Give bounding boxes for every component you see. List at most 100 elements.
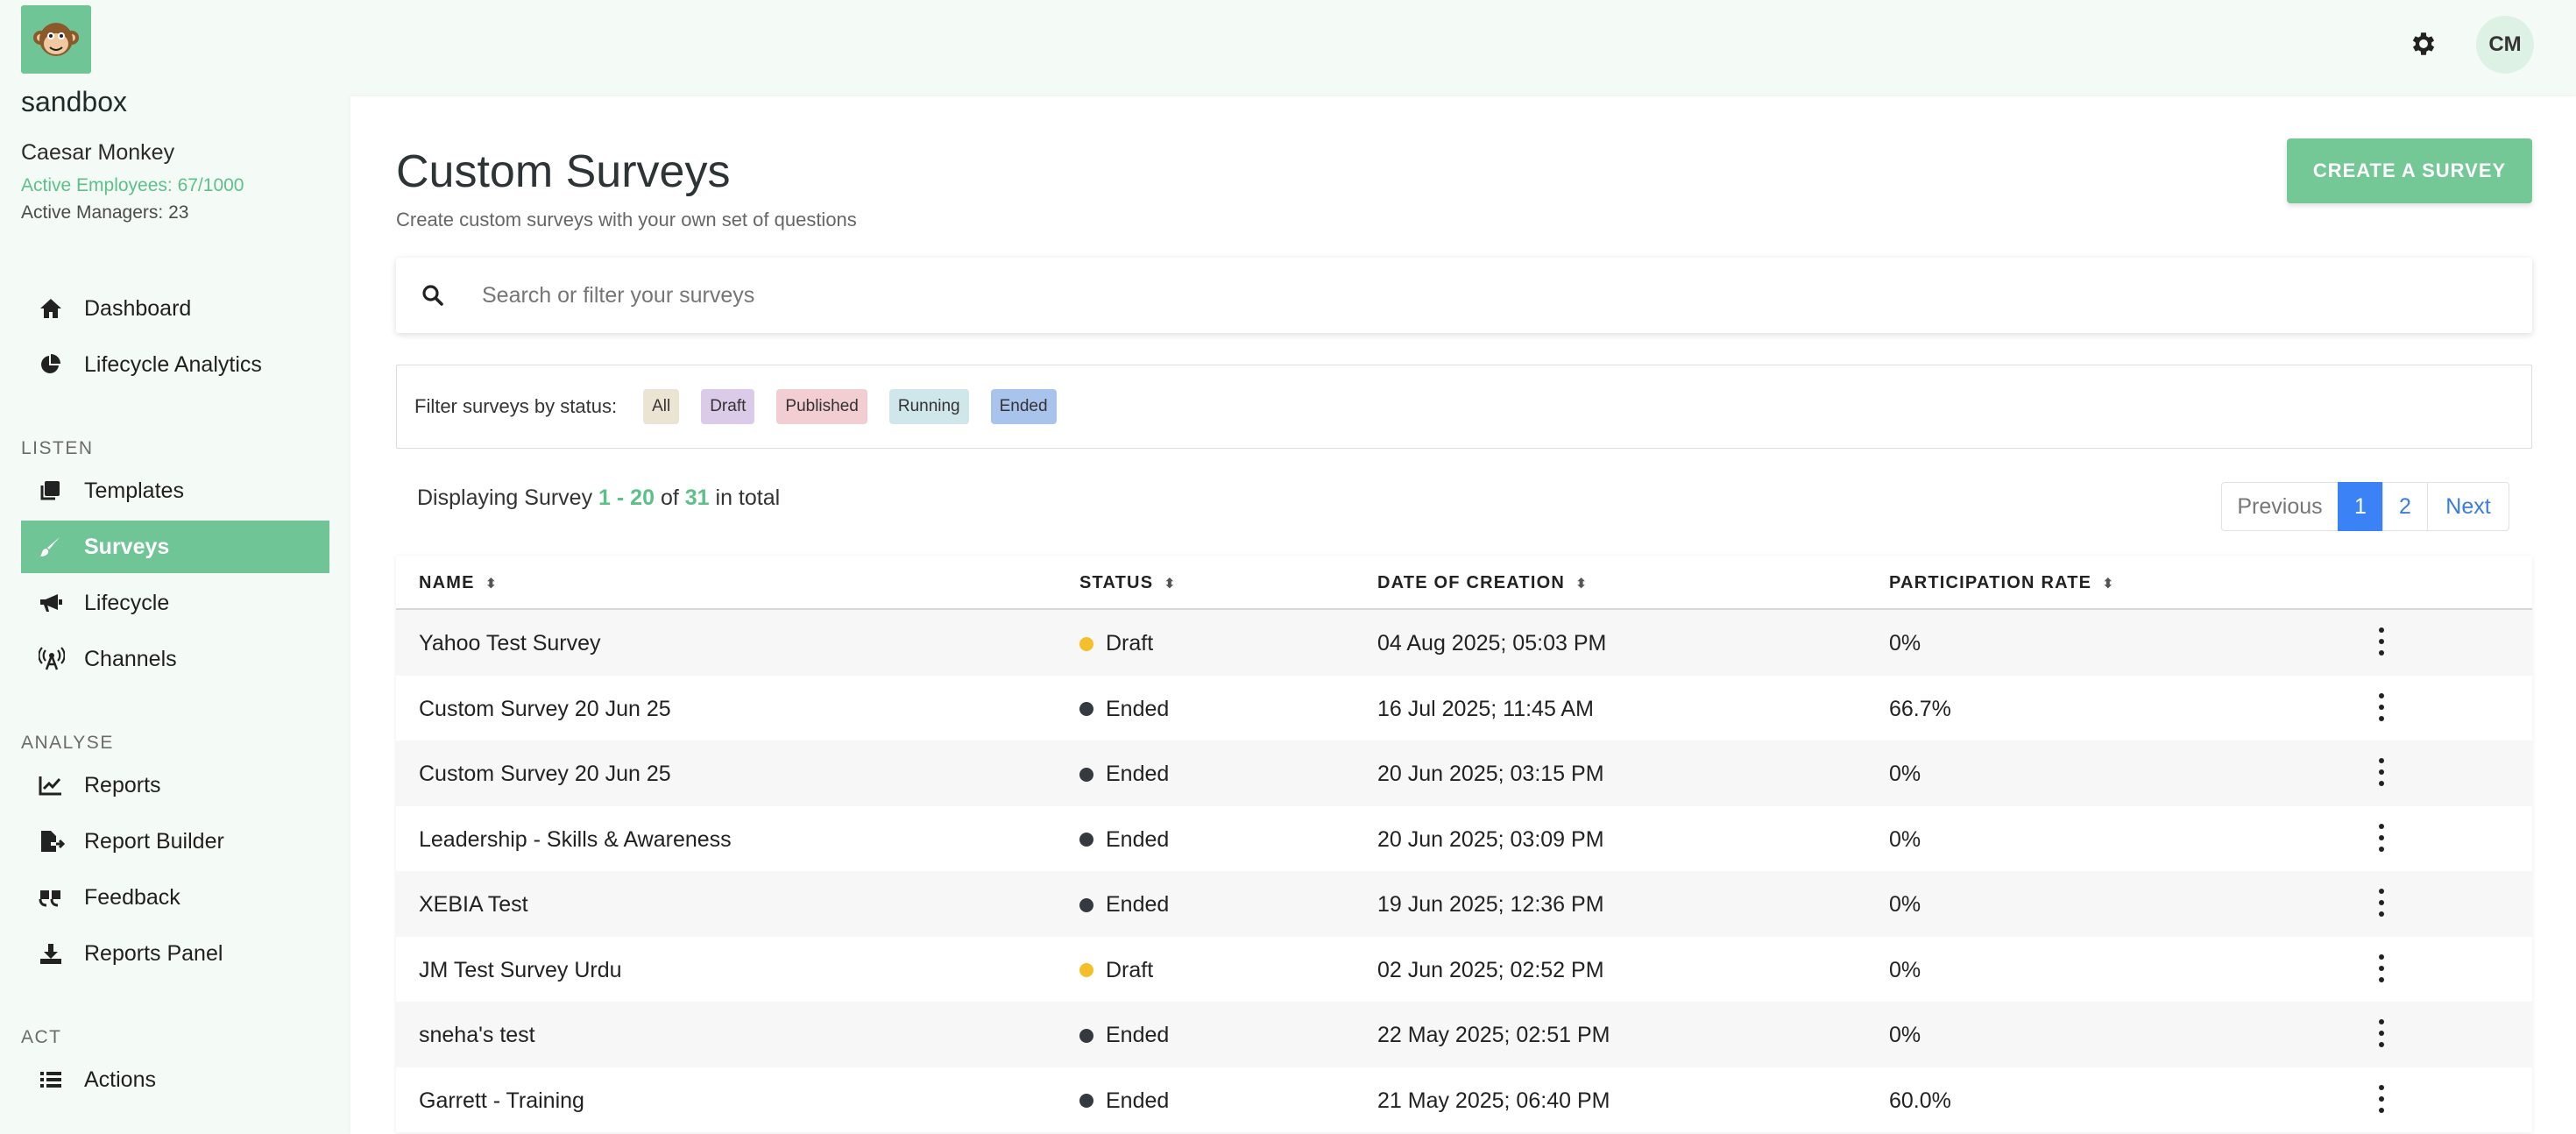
sidebar-item-feedback[interactable]: Feedback [21, 871, 329, 924]
monkey-logo[interactable] [21, 5, 91, 74]
pie-chart-icon [39, 351, 70, 378]
status-dot-icon [1079, 897, 1093, 912]
table-row[interactable]: XEBIA Test Ended 19 Jun 2025; 12:36 PM 0… [396, 871, 2532, 937]
survey-status: Ended [1079, 827, 1169, 853]
pagination-page-1[interactable]: 1 [2338, 482, 2383, 531]
survey-status: Draft [1079, 958, 1153, 983]
sidebar-item-label: Templates [84, 478, 184, 503]
survey-status: Ended [1079, 762, 1169, 787]
table-row[interactable]: JM Test Survey Urdu Draft 02 Jun 2025; 0… [396, 936, 2532, 1002]
sidebar-item-label: Reports [84, 772, 161, 797]
org-name: sandbox [21, 86, 127, 117]
sort-icon[interactable]: ⬍ [1575, 575, 1589, 592]
table-row[interactable]: Garrett - Training Ended 21 May 2025; 06… [396, 1067, 2532, 1132]
survey-name[interactable]: Custom Survey 20 Jun 25 [419, 697, 671, 722]
sort-icon[interactable]: ⬍ [1164, 575, 1177, 592]
survey-name[interactable]: XEBIA Test [419, 892, 528, 918]
surveys-table: NAME ⬍ STATUS ⬍ DATE OF CREATION ⬍ PARTICIP… [396, 556, 2532, 1132]
survey-rate: 0% [1889, 1023, 1921, 1047]
survey-rate: 60.0% [1889, 1088, 1951, 1113]
broadcast-tower-icon [39, 646, 70, 672]
pagination-next[interactable]: Next [2427, 482, 2509, 531]
more-options-icon[interactable] [2374, 889, 2388, 917]
survey-rate: 0% [1889, 762, 1921, 786]
pagination: Previous 1 2 Next [2221, 482, 2509, 531]
list-icon [39, 1067, 70, 1093]
sidebar: sandbox Caesar Monkey Active Employees: … [0, 0, 350, 1134]
sidebar-item-label: Report Builder [84, 828, 224, 854]
sidebar-item-reports[interactable]: Reports [21, 759, 329, 812]
more-options-icon[interactable] [2374, 627, 2388, 656]
survey-status: Draft [1079, 631, 1153, 656]
table-row[interactable]: Custom Survey 20 Jun 25 Ended 16 Jul 202… [396, 675, 2532, 741]
pagination-previous[interactable]: Previous [2221, 482, 2339, 531]
survey-date: 04 Aug 2025; 05:03 PM [1377, 631, 1607, 656]
status-dot-icon [1079, 1094, 1093, 1108]
pagination-page-2[interactable]: 2 [2382, 482, 2428, 531]
section-label-listen: LISTEN [21, 438, 94, 458]
filter-chip-published[interactable]: Published [776, 389, 867, 424]
survey-name[interactable]: Leadership - Skills & Awareness [419, 827, 732, 853]
survey-name[interactable]: Custom Survey 20 Jun 25 [419, 762, 671, 787]
column-header-status[interactable]: STATUS ⬍ [1079, 573, 1177, 593]
filter-chip-running[interactable]: Running [888, 389, 969, 424]
create-survey-button[interactable]: CREATE A SURVEY [2287, 138, 2532, 203]
table-body: Yahoo Test Survey Draft 04 Aug 2025; 05:… [396, 610, 2532, 1132]
avatar[interactable]: CM [2476, 16, 2534, 74]
sidebar-item-lifecycle-analytics[interactable]: Lifecycle Analytics [21, 338, 329, 391]
gear-icon[interactable] [2406, 26, 2441, 61]
more-options-icon[interactable] [2374, 823, 2388, 852]
status-dot-icon [1079, 963, 1093, 977]
file-export-icon [39, 828, 70, 854]
more-options-icon[interactable] [2374, 692, 2388, 721]
summary-suffix: in total [715, 485, 781, 510]
home-icon [39, 295, 70, 322]
active-managers: Active Managers: 23 [21, 202, 189, 223]
status-dot-icon [1079, 702, 1093, 716]
sidebar-item-surveys[interactable]: Surveys [21, 521, 329, 573]
status-dot-icon [1079, 767, 1093, 782]
survey-rate: 0% [1889, 957, 1921, 982]
more-options-icon[interactable] [2374, 1084, 2388, 1113]
filter-chip-all[interactable]: All [643, 389, 680, 424]
column-header-participation[interactable]: PARTICIPATION RATE ⬍ [1889, 573, 2115, 593]
sidebar-item-channels[interactable]: Channels [21, 633, 329, 685]
survey-date: 19 Jun 2025; 12:36 PM [1377, 892, 1604, 917]
survey-name[interactable]: JM Test Survey Urdu [419, 958, 622, 983]
sidebar-item-reports-panel[interactable]: Reports Panel [21, 927, 329, 980]
sidebar-item-dashboard[interactable]: Dashboard [21, 282, 329, 335]
more-options-icon[interactable] [2374, 953, 2388, 982]
quote-icon [39, 884, 70, 911]
table-row[interactable]: sneha's test Ended 22 May 2025; 02:51 PM… [396, 1002, 2532, 1067]
filter-chip-draft[interactable]: Draft [701, 389, 755, 424]
sidebar-item-label: Actions [84, 1067, 156, 1092]
filter-chip-ended[interactable]: Ended [990, 389, 1057, 424]
summary-total: 31 [684, 485, 710, 510]
survey-status: Ended [1079, 697, 1169, 722]
sort-icon[interactable]: ⬍ [485, 575, 499, 592]
summary-range: 1 - 20 [598, 485, 655, 510]
results-summary: Displaying Survey 1 - 20 of 31 in total [417, 485, 780, 511]
table-row[interactable]: Leadership - Skills & Awareness Ended 20… [396, 805, 2532, 871]
table-row[interactable]: Yahoo Test Survey Draft 04 Aug 2025; 05:… [396, 610, 2532, 676]
more-options-icon[interactable] [2374, 758, 2388, 786]
sidebar-item-templates[interactable]: Templates [21, 464, 329, 517]
column-header-date[interactable]: DATE OF CREATION ⬍ [1377, 573, 1589, 593]
sidebar-item-lifecycle[interactable]: Lifecycle [21, 577, 329, 629]
survey-name[interactable]: sneha's test [419, 1023, 535, 1048]
survey-rate: 0% [1889, 631, 1921, 656]
bullhorn-icon [39, 590, 70, 616]
table-header: NAME ⬍ STATUS ⬍ DATE OF CREATION ⬍ PARTICIP… [396, 556, 2532, 610]
sidebar-item-report-builder[interactable]: Report Builder [21, 815, 329, 868]
survey-name[interactable]: Yahoo Test Survey [419, 631, 601, 656]
sort-icon[interactable]: ⬍ [2102, 575, 2115, 592]
survey-name[interactable]: Garrett - Training [419, 1088, 584, 1114]
sidebar-item-label: Lifecycle [84, 590, 170, 615]
survey-status: Ended [1079, 892, 1169, 918]
search-input[interactable] [482, 282, 2410, 308]
more-options-icon[interactable] [2374, 1019, 2388, 1047]
table-row[interactable]: Custom Survey 20 Jun 25 Ended 20 Jun 202… [396, 741, 2532, 806]
column-header-name[interactable]: NAME ⬍ [419, 573, 498, 593]
status-dot-icon [1079, 1028, 1093, 1043]
sidebar-item-actions[interactable]: Actions [21, 1053, 329, 1106]
